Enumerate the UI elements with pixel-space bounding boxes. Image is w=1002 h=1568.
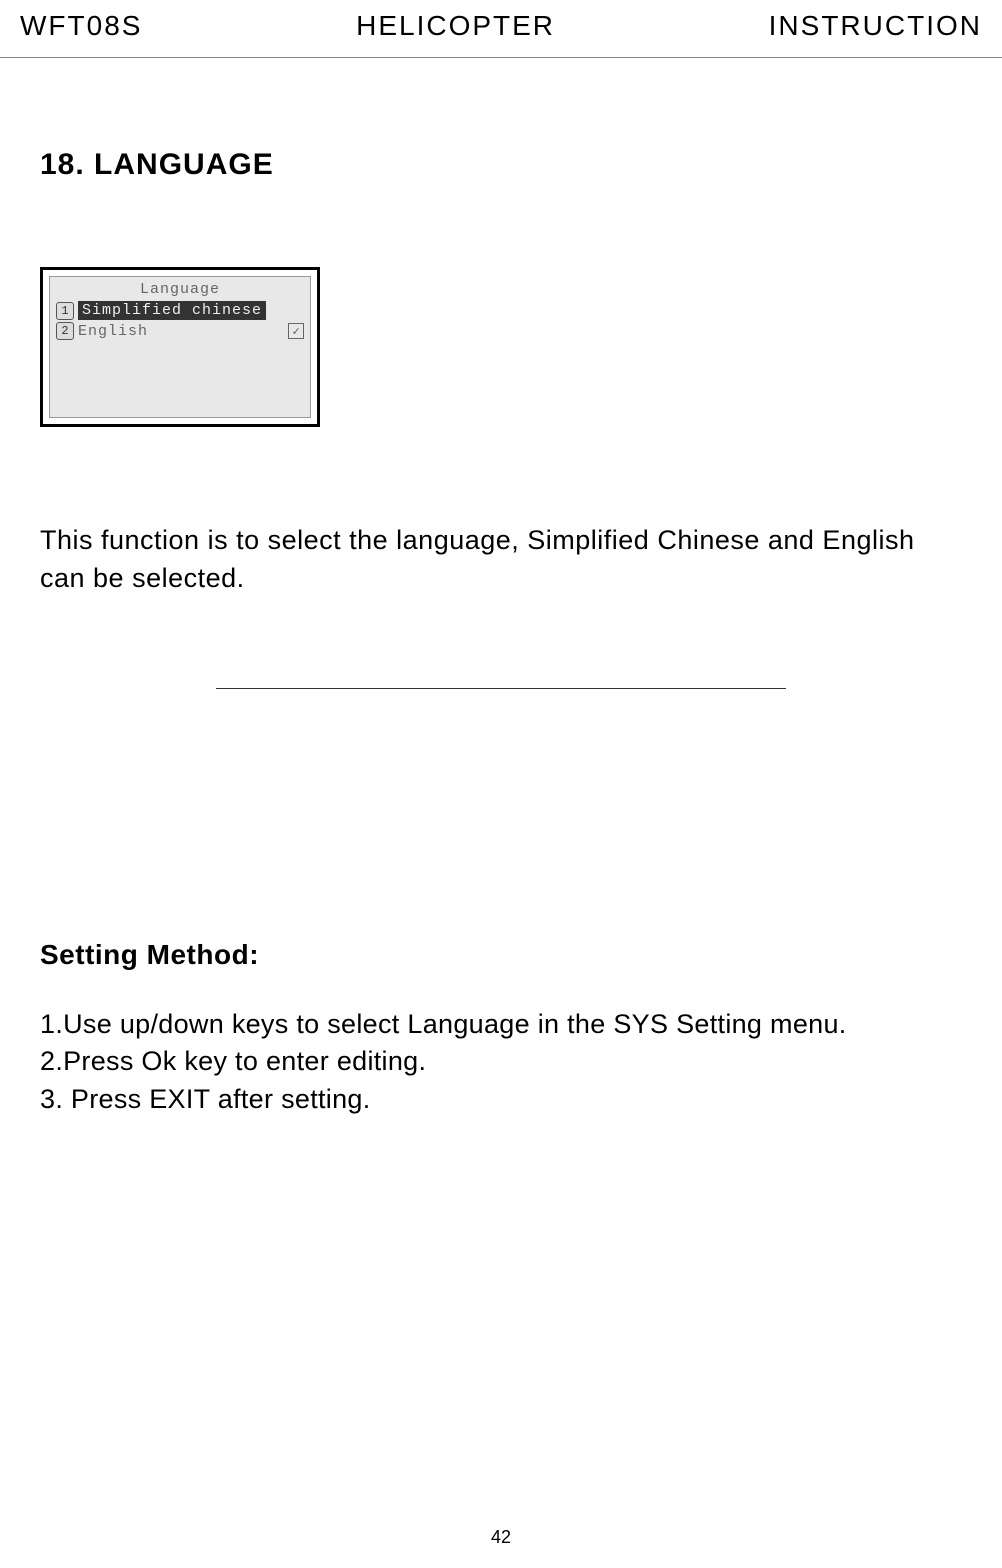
step-2: 2.Press Ok key to enter editing.: [40, 1043, 962, 1081]
step-3: 3. Press EXIT after setting.: [40, 1081, 962, 1119]
steps-list: 1.Use up/down keys to select Language in…: [40, 1006, 962, 1119]
section-title: 18. LANGUAGE: [40, 148, 962, 182]
step-1: 1.Use up/down keys to select Language in…: [40, 1006, 962, 1044]
header-center: HELICOPTER: [356, 10, 555, 42]
lcd-menu-title: Language: [56, 281, 304, 298]
header-right: INSTRUCTION: [769, 10, 982, 42]
lcd-row1-text: Simplified chinese: [78, 301, 266, 320]
lcd-row-2: 2 English ✓: [56, 322, 304, 340]
main-content: 18. LANGUAGE Language 1 Simplified chine…: [0, 148, 1002, 1119]
setting-method-heading: Setting Method:: [40, 939, 962, 971]
lcd-row-1: 1 Simplified chinese: [56, 301, 304, 320]
lcd-row1-num: 1: [56, 302, 74, 320]
lcd-row2-text: English: [78, 323, 284, 340]
page-header: WFT08S HELICOPTER INSTRUCTION: [0, 0, 1002, 58]
header-left: WFT08S: [20, 10, 142, 42]
lcd-row2-num: 2: [56, 322, 74, 340]
divider-line: [216, 688, 786, 689]
page-number: 42: [0, 1527, 1002, 1548]
description-text: This function is to select the language,…: [40, 522, 962, 598]
lcd-inner: Language 1 Simplified chinese 2 English …: [49, 276, 311, 418]
lcd-screenshot: Language 1 Simplified chinese 2 English …: [40, 267, 320, 427]
checkbox-icon: ✓: [288, 323, 304, 339]
